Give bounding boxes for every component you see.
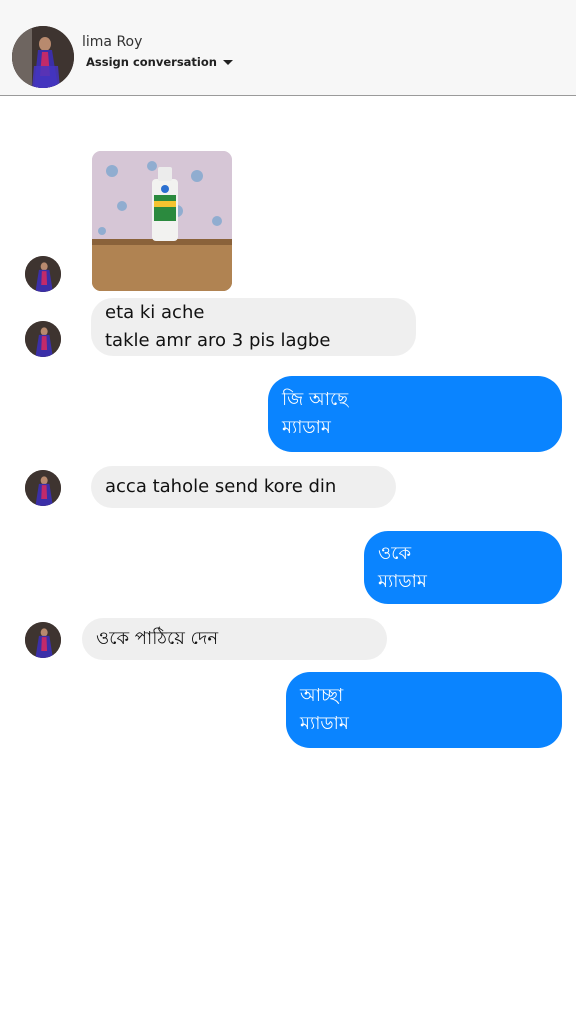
message-image[interactable] bbox=[92, 151, 232, 291]
message-line: ওকে bbox=[378, 542, 412, 564]
message-line: takle amr aro 3 pis lagbe bbox=[105, 330, 331, 351]
incoming-message[interactable]: acca tahole send kore din bbox=[91, 466, 396, 508]
outgoing-message[interactable]: ওকে ম্যাডাম bbox=[364, 531, 562, 604]
contact-avatar-small bbox=[25, 321, 61, 357]
contact-avatar-small bbox=[25, 470, 61, 506]
contact-avatar-small bbox=[25, 622, 61, 658]
message-line: ম্যাডাম bbox=[282, 417, 331, 438]
person-icon bbox=[12, 26, 74, 88]
person-icon bbox=[25, 256, 61, 292]
message-line: জি আছে bbox=[282, 389, 349, 410]
incoming-message[interactable]: eta ki ache takle amr aro 3 pis lagbe bbox=[91, 298, 416, 356]
product-photo bbox=[92, 151, 232, 291]
message-line: আচ্ছা bbox=[300, 685, 344, 706]
person-icon bbox=[25, 470, 61, 506]
outgoing-message[interactable]: জি আছে ম্যাডাম bbox=[268, 376, 562, 452]
contact-avatar-small bbox=[25, 256, 61, 292]
message-line: ওকে পাঠিয়ে দেন bbox=[96, 628, 219, 649]
message-line: acca tahole send kore din bbox=[105, 476, 337, 497]
message-line: eta ki ache bbox=[105, 302, 205, 323]
message-line: ম্যাডাম bbox=[378, 570, 427, 592]
message-line: ম্যাডাম bbox=[300, 713, 349, 734]
caret-down-icon bbox=[222, 60, 233, 65]
person-icon bbox=[25, 321, 61, 357]
contact-avatar[interactable] bbox=[12, 26, 74, 88]
contact-name: lima Roy bbox=[82, 34, 143, 50]
outgoing-message[interactable]: আচ্ছা ম্যাডাম bbox=[286, 672, 562, 748]
chat-header: lima Roy Assign conversation bbox=[0, 0, 576, 96]
person-icon bbox=[25, 622, 61, 658]
incoming-message[interactable]: ওকে পাঠিয়ে দেন bbox=[82, 618, 387, 660]
assign-conversation-button[interactable]: Assign conversation bbox=[86, 55, 233, 69]
assign-conversation-label: Assign conversation bbox=[86, 55, 217, 69]
